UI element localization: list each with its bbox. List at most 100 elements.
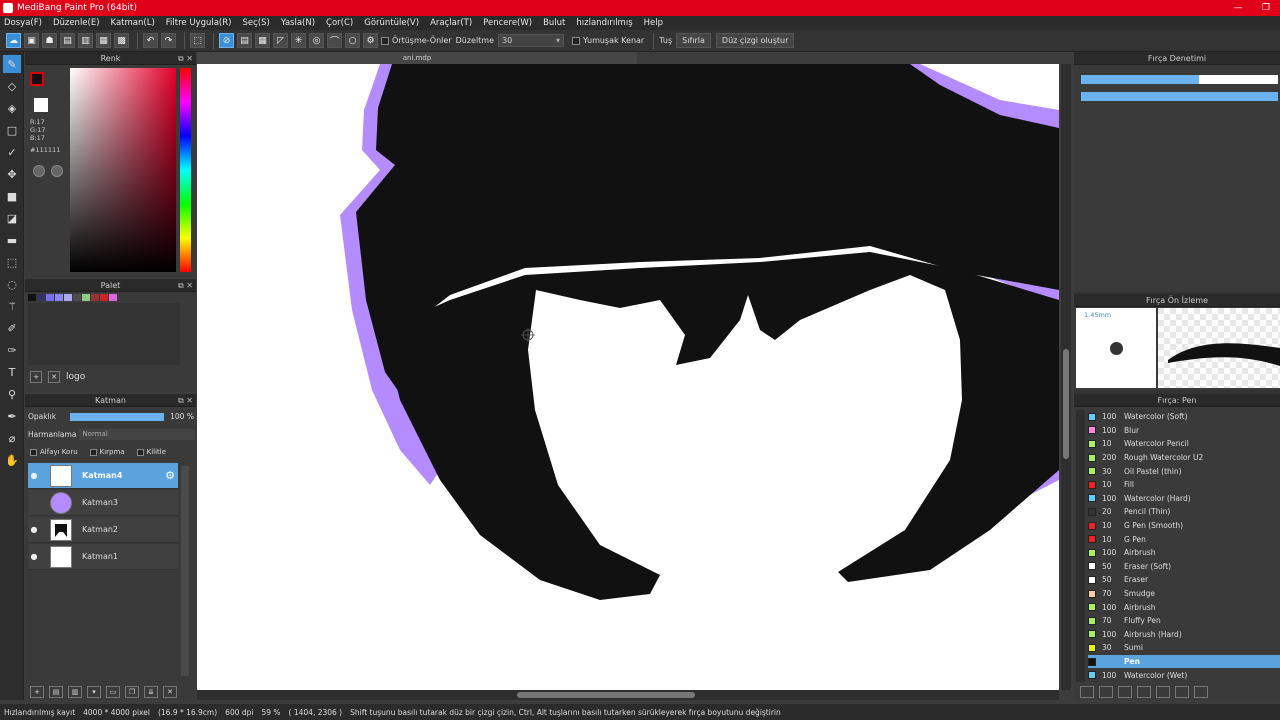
deselect-icon[interactable]: ⬚ bbox=[190, 33, 205, 48]
export-icon[interactable]: ▤ bbox=[60, 33, 75, 48]
brush-item[interactable]: 10 Watercolor Pencil bbox=[1088, 437, 1280, 451]
bucket-tool-icon[interactable]: ◪ bbox=[3, 209, 21, 227]
color-wheel-icon[interactable] bbox=[33, 165, 45, 177]
straight-line-button[interactable]: Düz çizgi oluştur bbox=[715, 33, 795, 48]
brush-item[interactable]: 10 Fill bbox=[1088, 478, 1280, 492]
visibility-icon[interactable]: ● bbox=[28, 552, 40, 561]
palette-swatch[interactable] bbox=[91, 294, 99, 301]
canvas-horizontal-scrollbar[interactable] bbox=[197, 690, 1059, 700]
divide-tool-icon[interactable]: ✒ bbox=[3, 407, 21, 425]
color-swatch-icon[interactable] bbox=[51, 165, 63, 177]
snap-off-icon[interactable]: ⊘ bbox=[219, 33, 234, 48]
cloud-icon[interactable]: ☁ bbox=[6, 33, 21, 48]
layer-row[interactable]: ● Katman4 ⚙ bbox=[28, 463, 178, 489]
layer-scrollbar[interactable] bbox=[181, 466, 189, 676]
opacity-slider[interactable] bbox=[70, 412, 165, 421]
brush-tool-icon[interactable]: ✎ bbox=[3, 55, 21, 73]
background-color-swatch[interactable] bbox=[34, 98, 48, 112]
brush-item[interactable]: 10 G Pen bbox=[1088, 532, 1280, 546]
add-layer-menu-icon[interactable]: ▾ bbox=[87, 686, 101, 698]
brush-item[interactable]: 200 Rough Watercolor U2 bbox=[1088, 451, 1280, 465]
brush-item[interactable]: 100 Watercolor (Wet) bbox=[1088, 668, 1280, 682]
dot-tool-icon[interactable]: ✓ bbox=[3, 143, 21, 161]
palette-swatch[interactable] bbox=[28, 294, 36, 301]
duplicate-layer-icon[interactable]: ❐ bbox=[125, 686, 139, 698]
new-layer-icon[interactable]: + bbox=[30, 686, 44, 698]
menu-tools[interactable]: Araçlar(T) bbox=[430, 18, 472, 28]
undo-icon[interactable]: ↶ bbox=[143, 33, 158, 48]
document-icon[interactable]: ▥ bbox=[78, 33, 93, 48]
eyedropper-tool-icon[interactable]: ⌀ bbox=[3, 429, 21, 447]
snap-curve-icon[interactable]: ⌒ bbox=[327, 33, 342, 48]
layer-row[interactable]: ● Katman2 bbox=[28, 517, 178, 543]
alpha-lock-checkbox[interactable] bbox=[30, 448, 37, 456]
brush-item[interactable]: 10 G Pen (Smooth) bbox=[1088, 519, 1280, 533]
gradient-tool-icon[interactable]: ▬ bbox=[3, 231, 21, 249]
move-tool-icon[interactable]: ✥ bbox=[3, 165, 21, 183]
visibility-icon[interactable]: ● bbox=[28, 525, 40, 534]
snap-grid-icon[interactable]: ▦ bbox=[255, 33, 270, 48]
antialias-checkbox[interactable] bbox=[381, 36, 389, 45]
drawing-canvas[interactable] bbox=[197, 64, 1059, 690]
hue-slider[interactable] bbox=[180, 68, 191, 272]
layout-icon[interactable]: ▦ bbox=[96, 33, 111, 48]
visibility-icon[interactable]: ● bbox=[28, 471, 40, 480]
lasso-tool-icon[interactable]: ◌ bbox=[3, 275, 21, 293]
cloud-save-icon[interactable]: ☗ bbox=[42, 33, 57, 48]
menu-edit[interactable]: Düzenle(E) bbox=[53, 18, 100, 28]
menu-view[interactable]: Görüntüle(V) bbox=[364, 18, 419, 28]
brush-item[interactable]: Pen bbox=[1088, 654, 1280, 669]
canvas-vertical-scrollbar[interactable] bbox=[1061, 64, 1071, 690]
brush-image-icon[interactable] bbox=[1118, 686, 1132, 698]
foreground-color-swatch[interactable] bbox=[30, 72, 44, 86]
brush-item[interactable]: 100 Watercolor (Hard) bbox=[1088, 492, 1280, 506]
snap-parallel-icon[interactable]: ▤ bbox=[237, 33, 252, 48]
minimize-button[interactable]: — bbox=[1224, 0, 1252, 16]
brush-item[interactable]: 30 Sumi bbox=[1088, 641, 1280, 655]
menu-draw[interactable]: Çor(C) bbox=[326, 18, 353, 28]
select-pen-icon[interactable]: ✐ bbox=[3, 319, 21, 337]
correction-select[interactable]: 30 bbox=[498, 34, 565, 47]
brush-item[interactable]: 70 Smudge bbox=[1088, 587, 1280, 601]
clipping-checkbox[interactable] bbox=[89, 448, 97, 456]
document-tab[interactable]: ani.mdp bbox=[197, 52, 637, 64]
new-palette-icon[interactable]: + bbox=[30, 371, 42, 383]
menu-window[interactable]: Pencere(W) bbox=[483, 18, 532, 28]
snap-radial-icon[interactable]: ✳ bbox=[291, 33, 306, 48]
vertical-scroll-thumb[interactable] bbox=[1063, 349, 1069, 459]
new-halftone-layer-icon[interactable]: ▤ bbox=[49, 686, 63, 698]
restore-button[interactable]: ❐ bbox=[1252, 0, 1280, 16]
redo-icon[interactable]: ↷ bbox=[161, 33, 176, 48]
brush-copy-icon[interactable] bbox=[1137, 686, 1151, 698]
snap-circle-icon[interactable]: ○ bbox=[345, 33, 360, 48]
panel-close-icon[interactable]: ⧉ ✕ bbox=[178, 52, 193, 65]
panel-close-icon[interactable]: ⧉ ✕ bbox=[178, 394, 193, 407]
fill-rect-tool-icon[interactable]: ■ bbox=[3, 187, 21, 205]
save-icon[interactable]: ▣ bbox=[24, 33, 39, 48]
brush-folder-icon[interactable] bbox=[1156, 686, 1170, 698]
eraser-tool-icon[interactable]: ◇ bbox=[3, 77, 21, 95]
brush-delete-icon[interactable] bbox=[1194, 686, 1208, 698]
palette-swatch[interactable] bbox=[100, 294, 108, 301]
select-eraser-icon[interactable]: ✑ bbox=[3, 341, 21, 359]
palette-swatch[interactable] bbox=[46, 294, 54, 301]
menu-select[interactable]: Seç(S) bbox=[242, 18, 269, 28]
shape-tool-icon[interactable]: □ bbox=[3, 121, 21, 139]
new-folder-icon[interactable]: ▭ bbox=[106, 686, 120, 698]
transparent-eraser-icon[interactable]: ◈ bbox=[3, 99, 21, 117]
brush-item[interactable]: 30 Oil Pastel (thin) bbox=[1088, 464, 1280, 478]
snap-settings-icon[interactable]: ⚙ bbox=[363, 33, 378, 48]
brush-item[interactable]: 50 Eraser bbox=[1088, 573, 1280, 587]
palette-swatch[interactable] bbox=[109, 294, 117, 301]
brush-item[interactable]: 100 Blur bbox=[1088, 424, 1280, 438]
brush-item[interactable]: 50 Eraser (Soft) bbox=[1088, 560, 1280, 574]
hand-tool-icon[interactable]: ✋ bbox=[3, 451, 21, 469]
horizontal-scroll-thumb[interactable] bbox=[517, 692, 695, 698]
brush-item[interactable]: 70 Fluffy Pen bbox=[1088, 614, 1280, 628]
palette-name[interactable]: logo bbox=[66, 372, 85, 382]
brush-size-slider[interactable] bbox=[1081, 75, 1278, 84]
palette-swatch[interactable] bbox=[37, 294, 45, 301]
brush-item[interactable]: 100 Airbrush bbox=[1088, 546, 1280, 560]
palette-area[interactable] bbox=[28, 303, 180, 365]
menu-cloud[interactable]: Bulut bbox=[543, 18, 565, 28]
